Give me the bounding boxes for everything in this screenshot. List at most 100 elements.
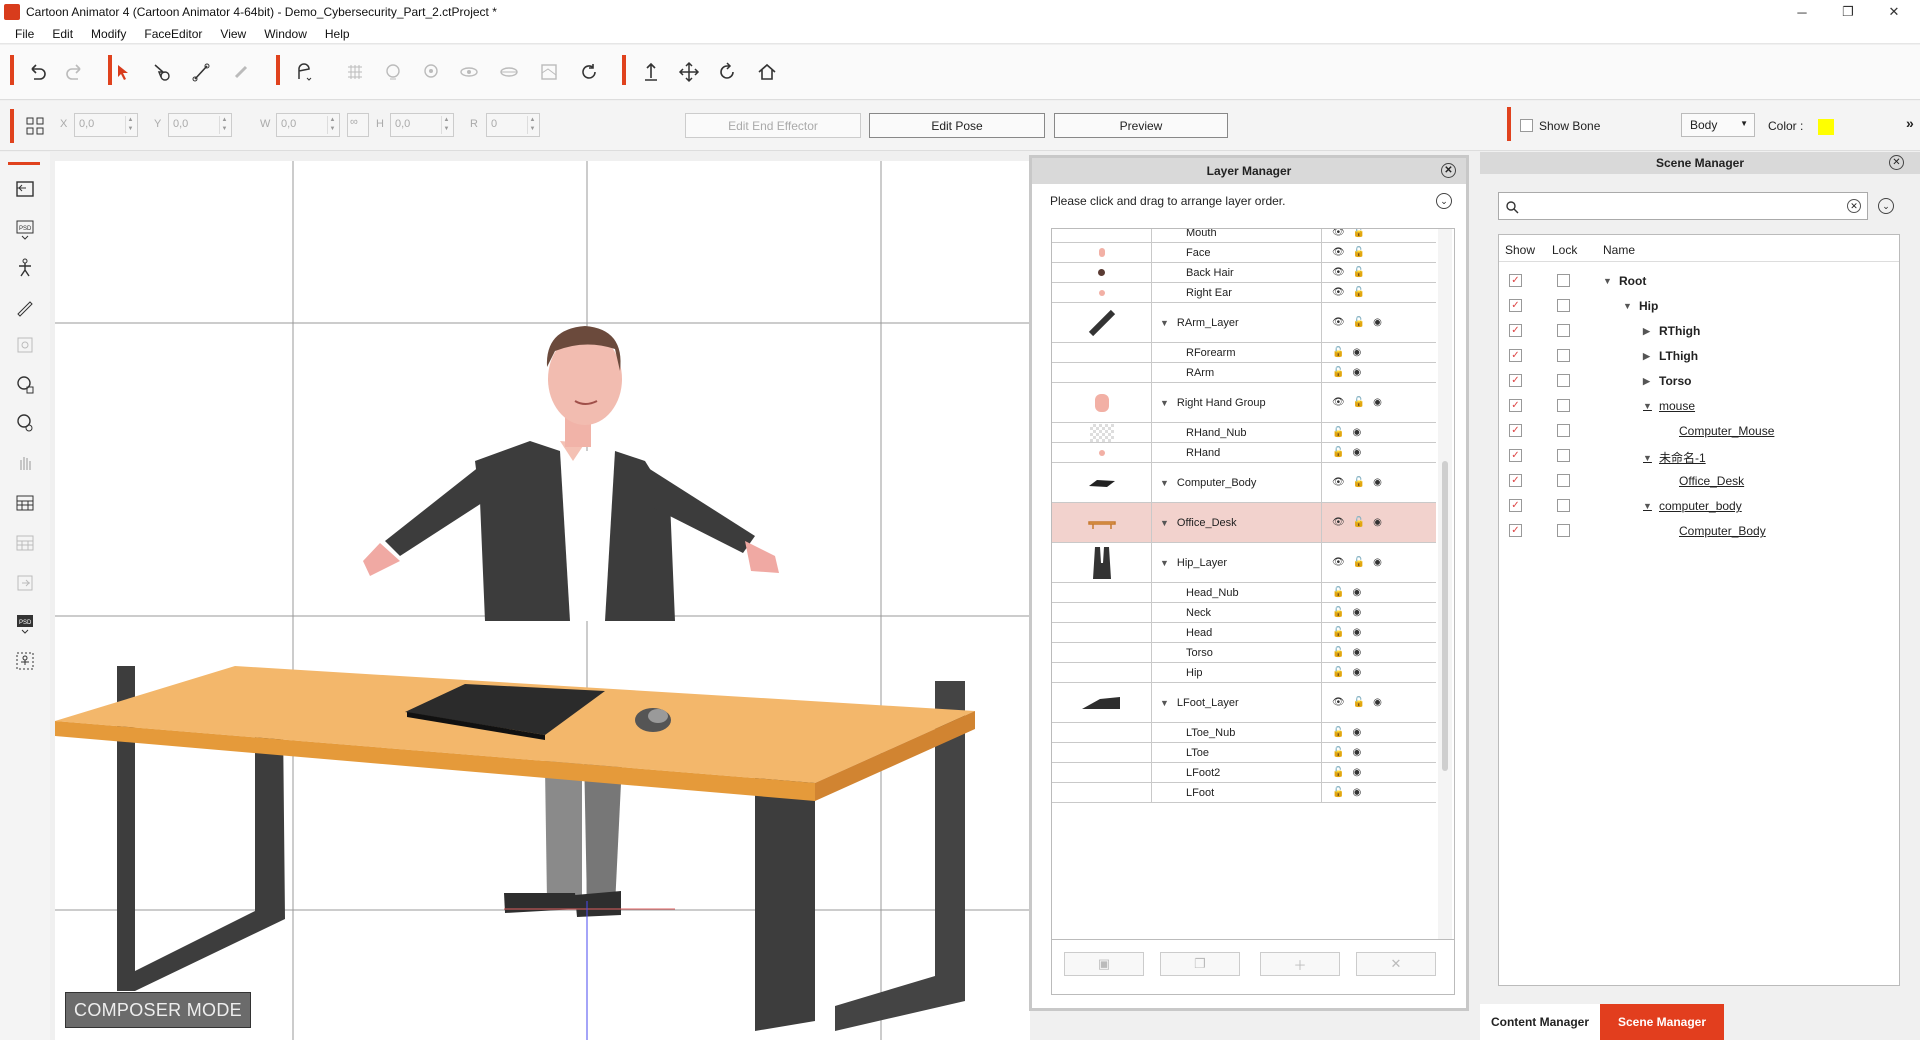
layer-row[interactable]: Back Hair 👁 🔓: [1052, 263, 1436, 283]
show-checkbox[interactable]: ✓: [1509, 524, 1522, 537]
lock-icon[interactable]: 🔓: [1332, 647, 1344, 658]
visibility-icon[interactable]: 👁: [1332, 287, 1345, 298]
layer-row[interactable]: Torso 🔓 ◉: [1052, 643, 1436, 663]
expand-triangle-icon[interactable]: ▼: [1160, 558, 1169, 568]
lock-checkbox[interactable]: [1557, 399, 1570, 412]
radio-icon[interactable]: ◉: [1373, 697, 1382, 708]
lock-icon[interactable]: 🔓: [1353, 477, 1365, 488]
radio-icon[interactable]: ◉: [1373, 557, 1382, 568]
psd-import-icon[interactable]: PSD: [12, 216, 38, 242]
layer-row[interactable]: Mouth 👁 🔓: [1052, 229, 1436, 243]
layer-row[interactable]: RHand 🔓 ◉: [1052, 443, 1436, 463]
menu-face-editor[interactable]: FaceEditor: [135, 27, 211, 41]
lock-icon[interactable]: 🔓: [1353, 267, 1365, 278]
layer-row[interactable]: RHand_Nub 🔓 ◉: [1052, 423, 1436, 443]
color-swatch[interactable]: [1818, 119, 1834, 135]
bone-tool-icon[interactable]: [188, 59, 214, 85]
show-checkbox[interactable]: ✓: [1509, 349, 1522, 362]
grid-view-icon[interactable]: [22, 113, 48, 139]
show-bone-checkbox[interactable]: [1520, 119, 1533, 132]
scene-tree[interactable]: Show Lock Name ✓ ▼ Root ✓ ▼ Hip ✓ ▶ RThigh ✓ ▶ LThi…: [1498, 234, 1900, 986]
close-icon[interactable]: ✕: [1889, 155, 1904, 170]
redo-icon[interactable]: [62, 59, 88, 85]
scene-search-input[interactable]: ✕: [1498, 192, 1868, 220]
expand-triangle-icon[interactable]: ▼: [1160, 518, 1169, 528]
expand-triangle-icon[interactable]: ▼: [1643, 501, 1652, 511]
body-select[interactable]: Body ▼: [1681, 113, 1755, 137]
layer-row[interactable]: ▼ Hip_Layer 👁 🔓 ◉: [1052, 543, 1436, 583]
layer-row[interactable]: Hip 🔓 ◉: [1052, 663, 1436, 683]
show-checkbox[interactable]: ✓: [1509, 424, 1522, 437]
expand-triangle-icon[interactable]: ▶: [1643, 376, 1651, 387]
menu-file[interactable]: File: [6, 27, 43, 41]
layer-row[interactable]: Head 🔓 ◉: [1052, 623, 1436, 643]
visibility-icon[interactable]: 👁: [1332, 397, 1345, 408]
link-ratio-icon[interactable]: ∞: [347, 113, 369, 137]
scene-tree-row[interactable]: ✓ Computer_Body: [1499, 519, 1899, 544]
lock-icon[interactable]: 🔓: [1353, 697, 1365, 708]
radio-icon[interactable]: ◉: [1352, 787, 1361, 798]
menu-modify[interactable]: Modify: [82, 27, 135, 41]
visibility-icon[interactable]: 👁: [1332, 557, 1345, 568]
menu-edit[interactable]: Edit: [43, 27, 82, 41]
clear-search-icon[interactable]: ✕: [1847, 199, 1861, 213]
x-field[interactable]: 0,0 ▲ ▼: [74, 113, 138, 137]
lock-checkbox[interactable]: [1557, 324, 1570, 337]
lock-icon[interactable]: 🔓: [1332, 367, 1344, 378]
radio-icon[interactable]: ◉: [1352, 647, 1361, 658]
tab-scene-manager[interactable]: Scene Manager: [1600, 1004, 1724, 1040]
menu-window[interactable]: Window: [255, 27, 316, 41]
radio-icon[interactable]: ◉: [1352, 767, 1361, 778]
select-arrow-icon[interactable]: [110, 59, 136, 85]
radio-icon[interactable]: ◉: [1373, 477, 1382, 488]
lock-icon[interactable]: 🔓: [1332, 727, 1344, 738]
radio-icon[interactable]: ◉: [1352, 587, 1361, 598]
motion-refresh-icon[interactable]: [576, 59, 602, 85]
radio-icon[interactable]: ◉: [1352, 447, 1361, 458]
scrollbar-thumb[interactable]: [1442, 461, 1448, 771]
scene-tree-row[interactable]: ✓ ▼ 未命名-1: [1499, 444, 1899, 469]
layer-row[interactable]: LFoot 🔓 ◉: [1052, 783, 1436, 803]
scene-tree-row[interactable]: ✓ Computer_Mouse: [1499, 419, 1899, 444]
layer-list[interactable]: Mouth 👁 🔓 Face 👁 🔓 Back Hair 👁 🔓 Right Ear 👁 🔓 ▼ RArm…: [1051, 228, 1455, 940]
preview-button[interactable]: Preview: [1054, 113, 1228, 138]
scene-tree-row[interactable]: ✓ ▼ Root: [1499, 269, 1899, 294]
expand-triangle-icon[interactable]: ▶: [1643, 326, 1651, 337]
lock-checkbox[interactable]: [1557, 449, 1570, 462]
expand-triangle-icon[interactable]: ▼: [1160, 318, 1169, 328]
scene-tree-row[interactable]: ✓ ▶ RThigh: [1499, 319, 1899, 344]
radio-icon[interactable]: ◉: [1352, 727, 1361, 738]
lock-icon[interactable]: 🔓: [1332, 607, 1344, 618]
lock-icon[interactable]: 🔓: [1353, 317, 1365, 328]
scene-tree-row[interactable]: ✓ ▶ LThigh: [1499, 344, 1899, 369]
stage-canvas[interactable]: COMPOSER MODE: [55, 161, 1030, 1040]
lock-icon[interactable]: 🔓: [1332, 787, 1344, 798]
lock-icon[interactable]: 🔓: [1332, 587, 1344, 598]
radio-icon[interactable]: ◉: [1352, 427, 1361, 438]
expand-triangle-icon[interactable]: ▼: [1160, 698, 1169, 708]
undo-icon[interactable]: [24, 59, 50, 85]
lock-icon[interactable]: 🔓: [1353, 517, 1365, 528]
lock-checkbox[interactable]: [1557, 524, 1570, 537]
restore-button[interactable]: ❐: [1826, 0, 1870, 24]
show-checkbox[interactable]: ✓: [1509, 399, 1522, 412]
layer-row[interactable]: Face 👁 🔓: [1052, 243, 1436, 263]
duplicate-icon[interactable]: ❐: [1160, 952, 1240, 976]
radio-icon[interactable]: ◉: [1373, 317, 1382, 328]
layer-scrollbar[interactable]: [1438, 229, 1452, 939]
layer-row[interactable]: RForearm 🔓 ◉: [1052, 343, 1436, 363]
lock-icon[interactable]: 🔓: [1332, 447, 1344, 458]
radio-icon[interactable]: ◉: [1373, 517, 1382, 528]
radio-icon[interactable]: ◉: [1352, 667, 1361, 678]
close-icon[interactable]: ✕: [1441, 163, 1456, 178]
lock-icon[interactable]: 🔓: [1353, 397, 1365, 408]
tab-content-manager[interactable]: Content Manager: [1480, 1004, 1600, 1040]
minimize-button[interactable]: ─: [1780, 0, 1824, 24]
edit-end-effector-button[interactable]: Edit End Effector: [685, 113, 861, 138]
show-checkbox[interactable]: ✓: [1509, 499, 1522, 512]
visibility-icon[interactable]: 👁: [1332, 697, 1345, 708]
lock-checkbox[interactable]: [1557, 499, 1570, 512]
h-field[interactable]: 0,0 ▲ ▼: [390, 113, 454, 137]
lock-icon[interactable]: 🔓: [1353, 557, 1365, 568]
radio-icon[interactable]: ◉: [1352, 627, 1361, 638]
